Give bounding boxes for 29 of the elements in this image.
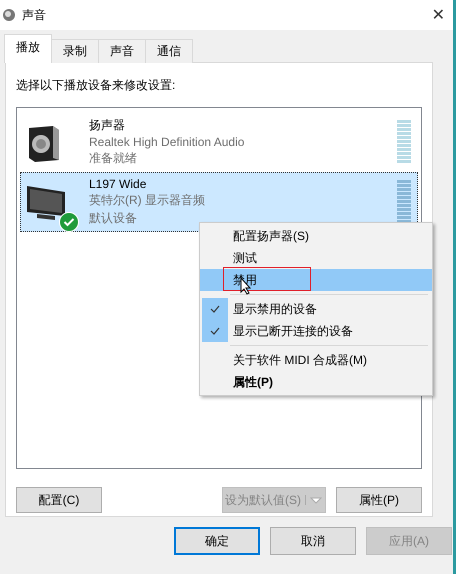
close-button[interactable]: ✕ [432, 5, 445, 25]
instruction-text: 选择以下播放设备来修改设置: [16, 77, 176, 94]
dialog-button[interactable]: 取消 [270, 527, 356, 555]
menu-item[interactable]: 属性(P) [200, 371, 432, 393]
window-title: 声音 [22, 6, 47, 24]
menu-item[interactable]: 测试 [200, 247, 432, 269]
device-driver: Realtek High Definition Audio [89, 135, 246, 149]
tab[interactable]: 声音 [98, 39, 146, 63]
device-status: 默认设备 [89, 210, 138, 227]
device-driver: 英特尔(R) 显示器音频 [89, 192, 206, 209]
check-icon [210, 327, 220, 335]
device-name: 扬声器 [89, 117, 126, 134]
tab[interactable]: 通信 [145, 39, 193, 63]
menu-item[interactable]: 显示已断开连接的设备 [200, 320, 432, 342]
device-name: L197 Wide [89, 177, 148, 191]
menu-item[interactable]: 关于软件 MIDI 合成器(M) [200, 349, 432, 371]
check-icon [210, 305, 220, 313]
caret-icon [305, 495, 323, 505]
level-meter-icon [397, 119, 411, 165]
menu-item[interactable]: 显示禁用的设备 [200, 298, 432, 320]
speaker-icon [2, 8, 16, 22]
device-status: 准备就绪 [89, 150, 138, 167]
device-item[interactable]: 扬声器 Realtek High Definition Audio 准备就绪 [20, 112, 418, 172]
panel-button[interactable]: 配置(C) [16, 487, 102, 513]
tab[interactable]: 播放 [4, 34, 52, 63]
level-meter-icon [397, 179, 411, 225]
panel-button[interactable]: 属性(P) [336, 487, 422, 513]
dialog-button[interactable]: 确定 [174, 527, 260, 555]
tab[interactable]: 录制 [51, 39, 99, 63]
